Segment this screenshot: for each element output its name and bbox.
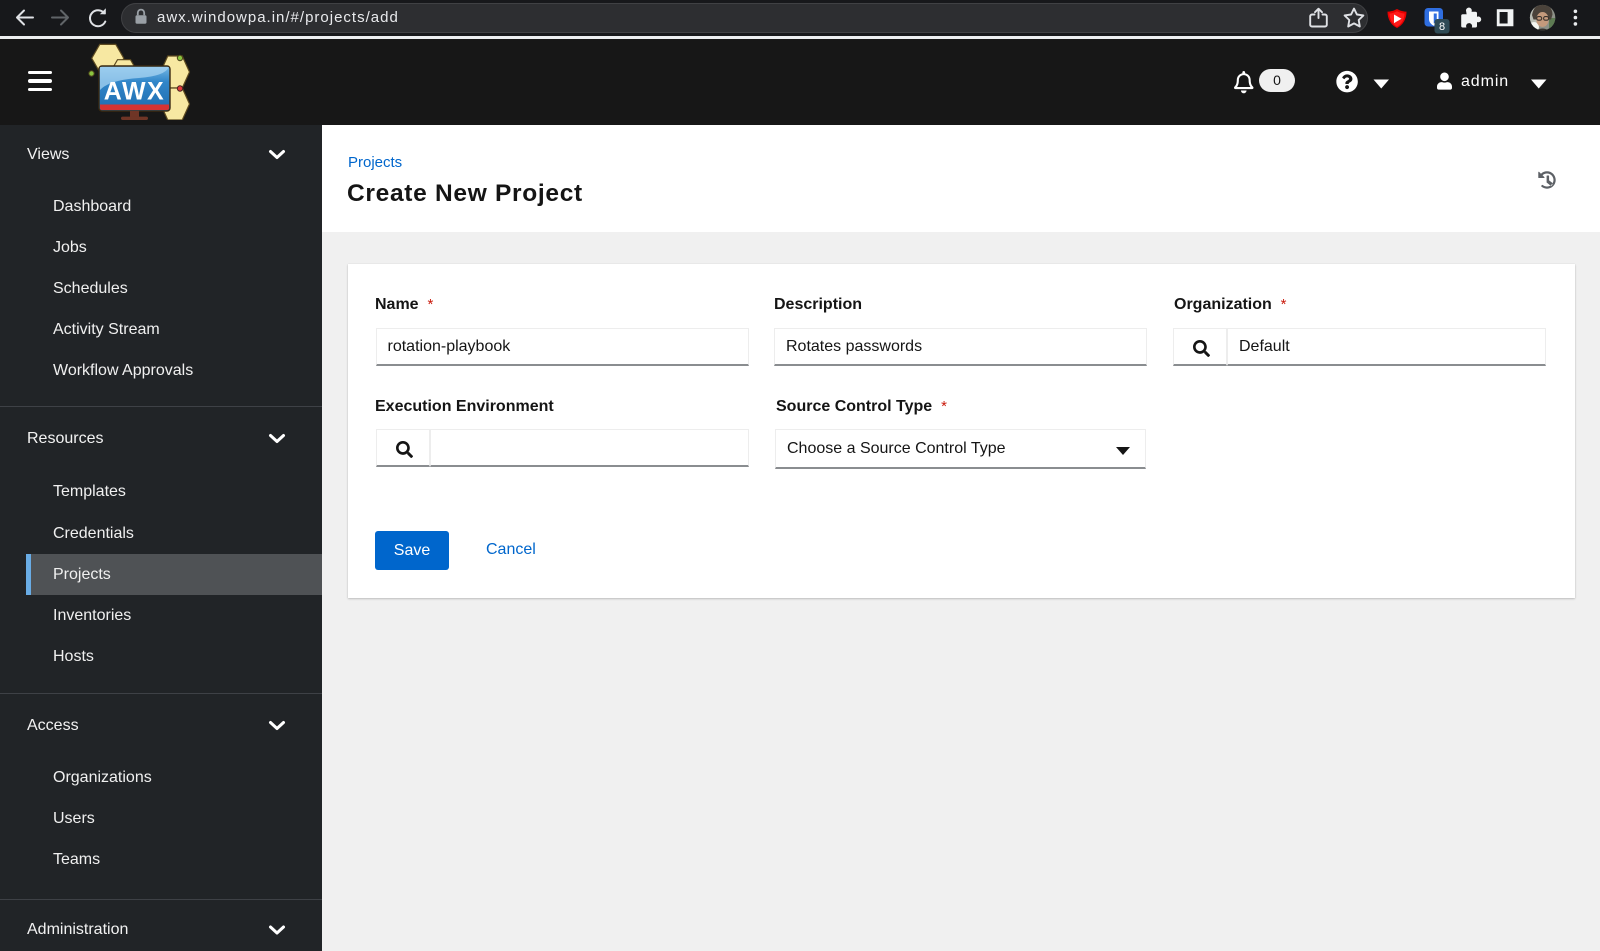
svg-text:AWX: AWX (104, 78, 165, 106)
svg-text:8: 8 (1439, 21, 1445, 33)
